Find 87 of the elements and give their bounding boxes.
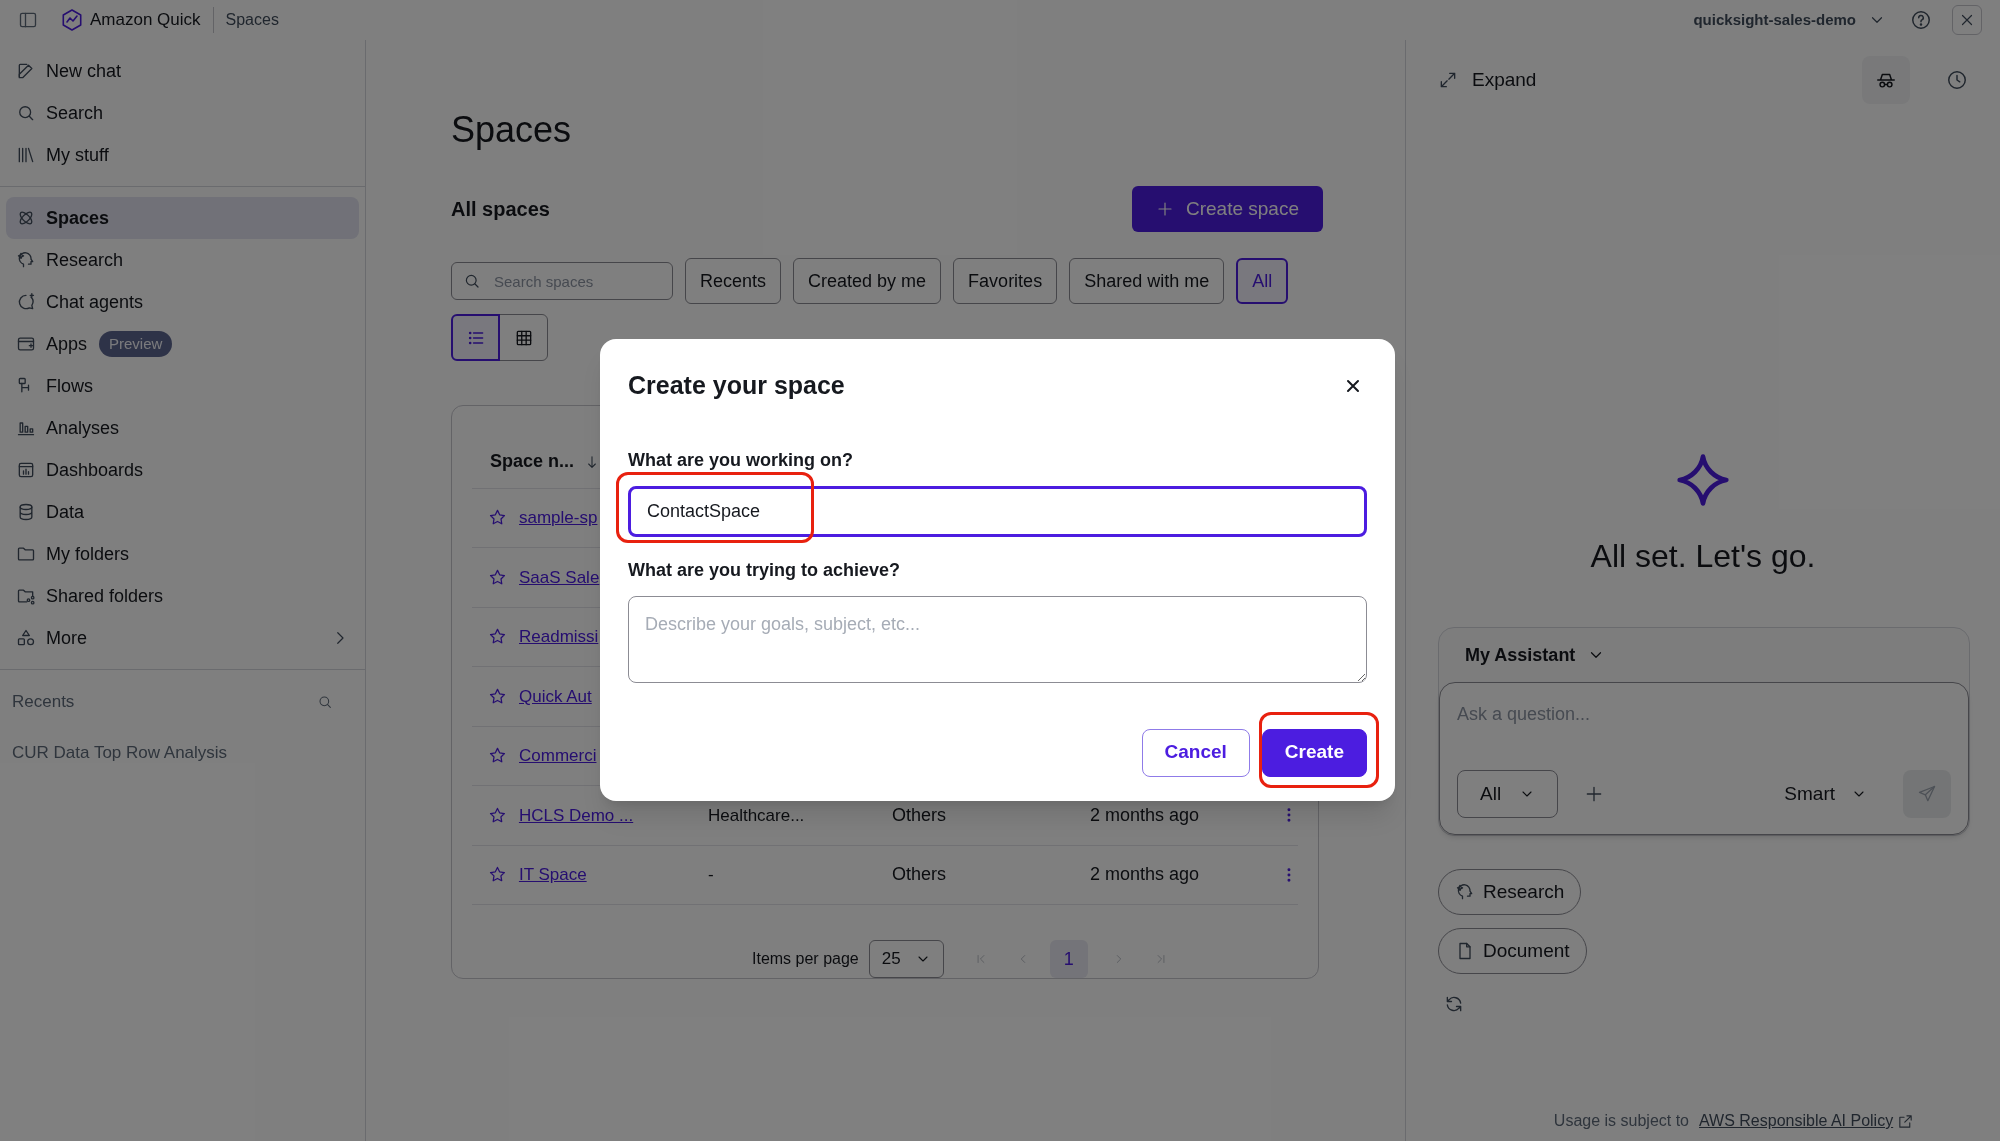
star-icon[interactable] (488, 567, 507, 587)
page-title: Spaces (451, 112, 573, 148)
incognito-button[interactable] (1862, 56, 1910, 104)
section-title: Recents (12, 691, 75, 714)
space-link[interactable]: Commerci (519, 746, 597, 766)
field-label: What are you working on? (628, 448, 854, 472)
view-toggle-button[interactable] (451, 314, 500, 361)
sidebar-item[interactable]: Analyses (6, 407, 359, 449)
table-cell-text: 2 months ago (1090, 803, 1201, 827)
page-number-button[interactable]: 1 (1049, 940, 1088, 979)
cancel-button[interactable]: Cancel (1141, 728, 1250, 777)
expand-icon (1438, 70, 1458, 90)
filter-chip[interactable]: Favorites (953, 258, 1058, 304)
dashboard-icon (16, 460, 36, 480)
text-area[interactable]: Describe your goals, subject, etc... (628, 595, 1367, 683)
sidebar-item[interactable]: Research (6, 239, 359, 281)
expand-button[interactable]: Expand (1438, 65, 1537, 95)
refresh-icon[interactable] (1444, 994, 1464, 1014)
preview-badge: Preview (99, 330, 173, 358)
chat-bubble-icon (16, 292, 36, 312)
search-icon[interactable] (317, 694, 333, 710)
agent-dropdown[interactable]: My Assistant (1439, 628, 1632, 682)
filter-chip[interactable]: Recents (685, 258, 782, 304)
filter-chip[interactable]: All (1236, 258, 1289, 304)
sidebar-item[interactable]: Search (6, 92, 359, 134)
sidebar-item[interactable]: Dashboards (6, 449, 359, 491)
sidebar-item[interactable]: New chat (6, 50, 359, 92)
space-link[interactable]: sample-sp (519, 508, 598, 528)
scope-dropdown[interactable]: All (1457, 770, 1559, 818)
table-cell-text: - (707, 864, 715, 887)
search-icon (463, 272, 481, 290)
sparkle-icon (1675, 452, 1731, 508)
sidebar-item[interactable]: Chat agents (6, 281, 359, 323)
external-link-icon (1897, 1112, 1915, 1130)
input-field[interactable]: ContactSpace (628, 485, 1367, 537)
send-icon (1917, 784, 1937, 804)
table-cell-text: 2 months ago (1090, 863, 1201, 887)
space-link[interactable]: HCLS Demo ... (518, 805, 634, 825)
sidebar-toggle-icon[interactable] (18, 10, 38, 30)
footer-text: Usage is subject to (1553, 1111, 1689, 1131)
space-link[interactable]: Quick Aut (519, 686, 592, 706)
recent-item[interactable]: CUR Data Top Row Analysis (0, 730, 365, 776)
pagination-label: Items per page (752, 949, 859, 970)
sidebar-item[interactable]: Data (6, 491, 359, 533)
star-icon[interactable] (488, 805, 507, 825)
sidebar-item[interactable]: Apps Preview (6, 323, 359, 365)
space-link[interactable]: IT Space (518, 865, 587, 885)
page-size-dropdown[interactable]: 25 (868, 940, 944, 979)
sparkle-head-icon (1455, 882, 1475, 902)
table-cell-text: Healthcare... (707, 804, 806, 827)
star-icon[interactable] (488, 686, 507, 706)
space-link[interactable]: Readmissi (519, 627, 599, 647)
search-icon (16, 103, 36, 123)
sidebar-item[interactable]: Flows (6, 365, 359, 407)
dialog-title: Create your space (628, 370, 845, 401)
history-icon[interactable] (1946, 69, 1968, 91)
shapes-icon (16, 628, 36, 648)
sidebar-item[interactable]: More (6, 617, 359, 659)
account-dropdown[interactable]: quicksight-sales-demo (1693, 8, 1886, 32)
section-title: All spaces (451, 197, 550, 222)
search-field[interactable]: Search spaces (451, 262, 673, 300)
breadcrumb[interactable]: Spaces (225, 8, 279, 32)
question-field[interactable]: Ask a question... (1457, 701, 1951, 728)
mode-dropdown[interactable]: Smart (1784, 779, 1867, 809)
column-header[interactable]: Space n... (490, 448, 575, 476)
table-cell-text: Others (892, 803, 948, 827)
help-icon[interactable] (1910, 9, 1932, 31)
table-cell-text: Others (892, 863, 948, 887)
hexagon-logo-icon (60, 8, 84, 32)
brand-name: Amazon Quick (90, 9, 201, 32)
view-toggle-button[interactable] (499, 314, 548, 361)
library-icon (16, 145, 36, 165)
filter-chip[interactable]: Created by me (793, 258, 942, 304)
space-link[interactable]: SaaS Sale (519, 567, 600, 587)
greeting-text: All set. Let's go. (1590, 537, 1816, 576)
sparkle-head-icon (16, 250, 36, 270)
sidebar-item[interactable]: Spaces (6, 197, 359, 239)
sidebar-item[interactable]: My folders (6, 533, 359, 575)
policy-link[interactable]: AWS Responsible AI Policy (1699, 1109, 1915, 1133)
edit-icon (16, 61, 36, 81)
sidebar-item[interactable]: Shared folders (6, 575, 359, 617)
create-space-button[interactable]: Create space (1132, 186, 1323, 232)
create-button[interactable]: Create (1261, 728, 1367, 777)
filter-chip[interactable]: Shared with me (1069, 258, 1225, 304)
sidebar-item[interactable]: My stuff (6, 134, 359, 176)
field-label: What are you trying to achieve? (628, 558, 902, 582)
plus-icon (1156, 200, 1174, 218)
